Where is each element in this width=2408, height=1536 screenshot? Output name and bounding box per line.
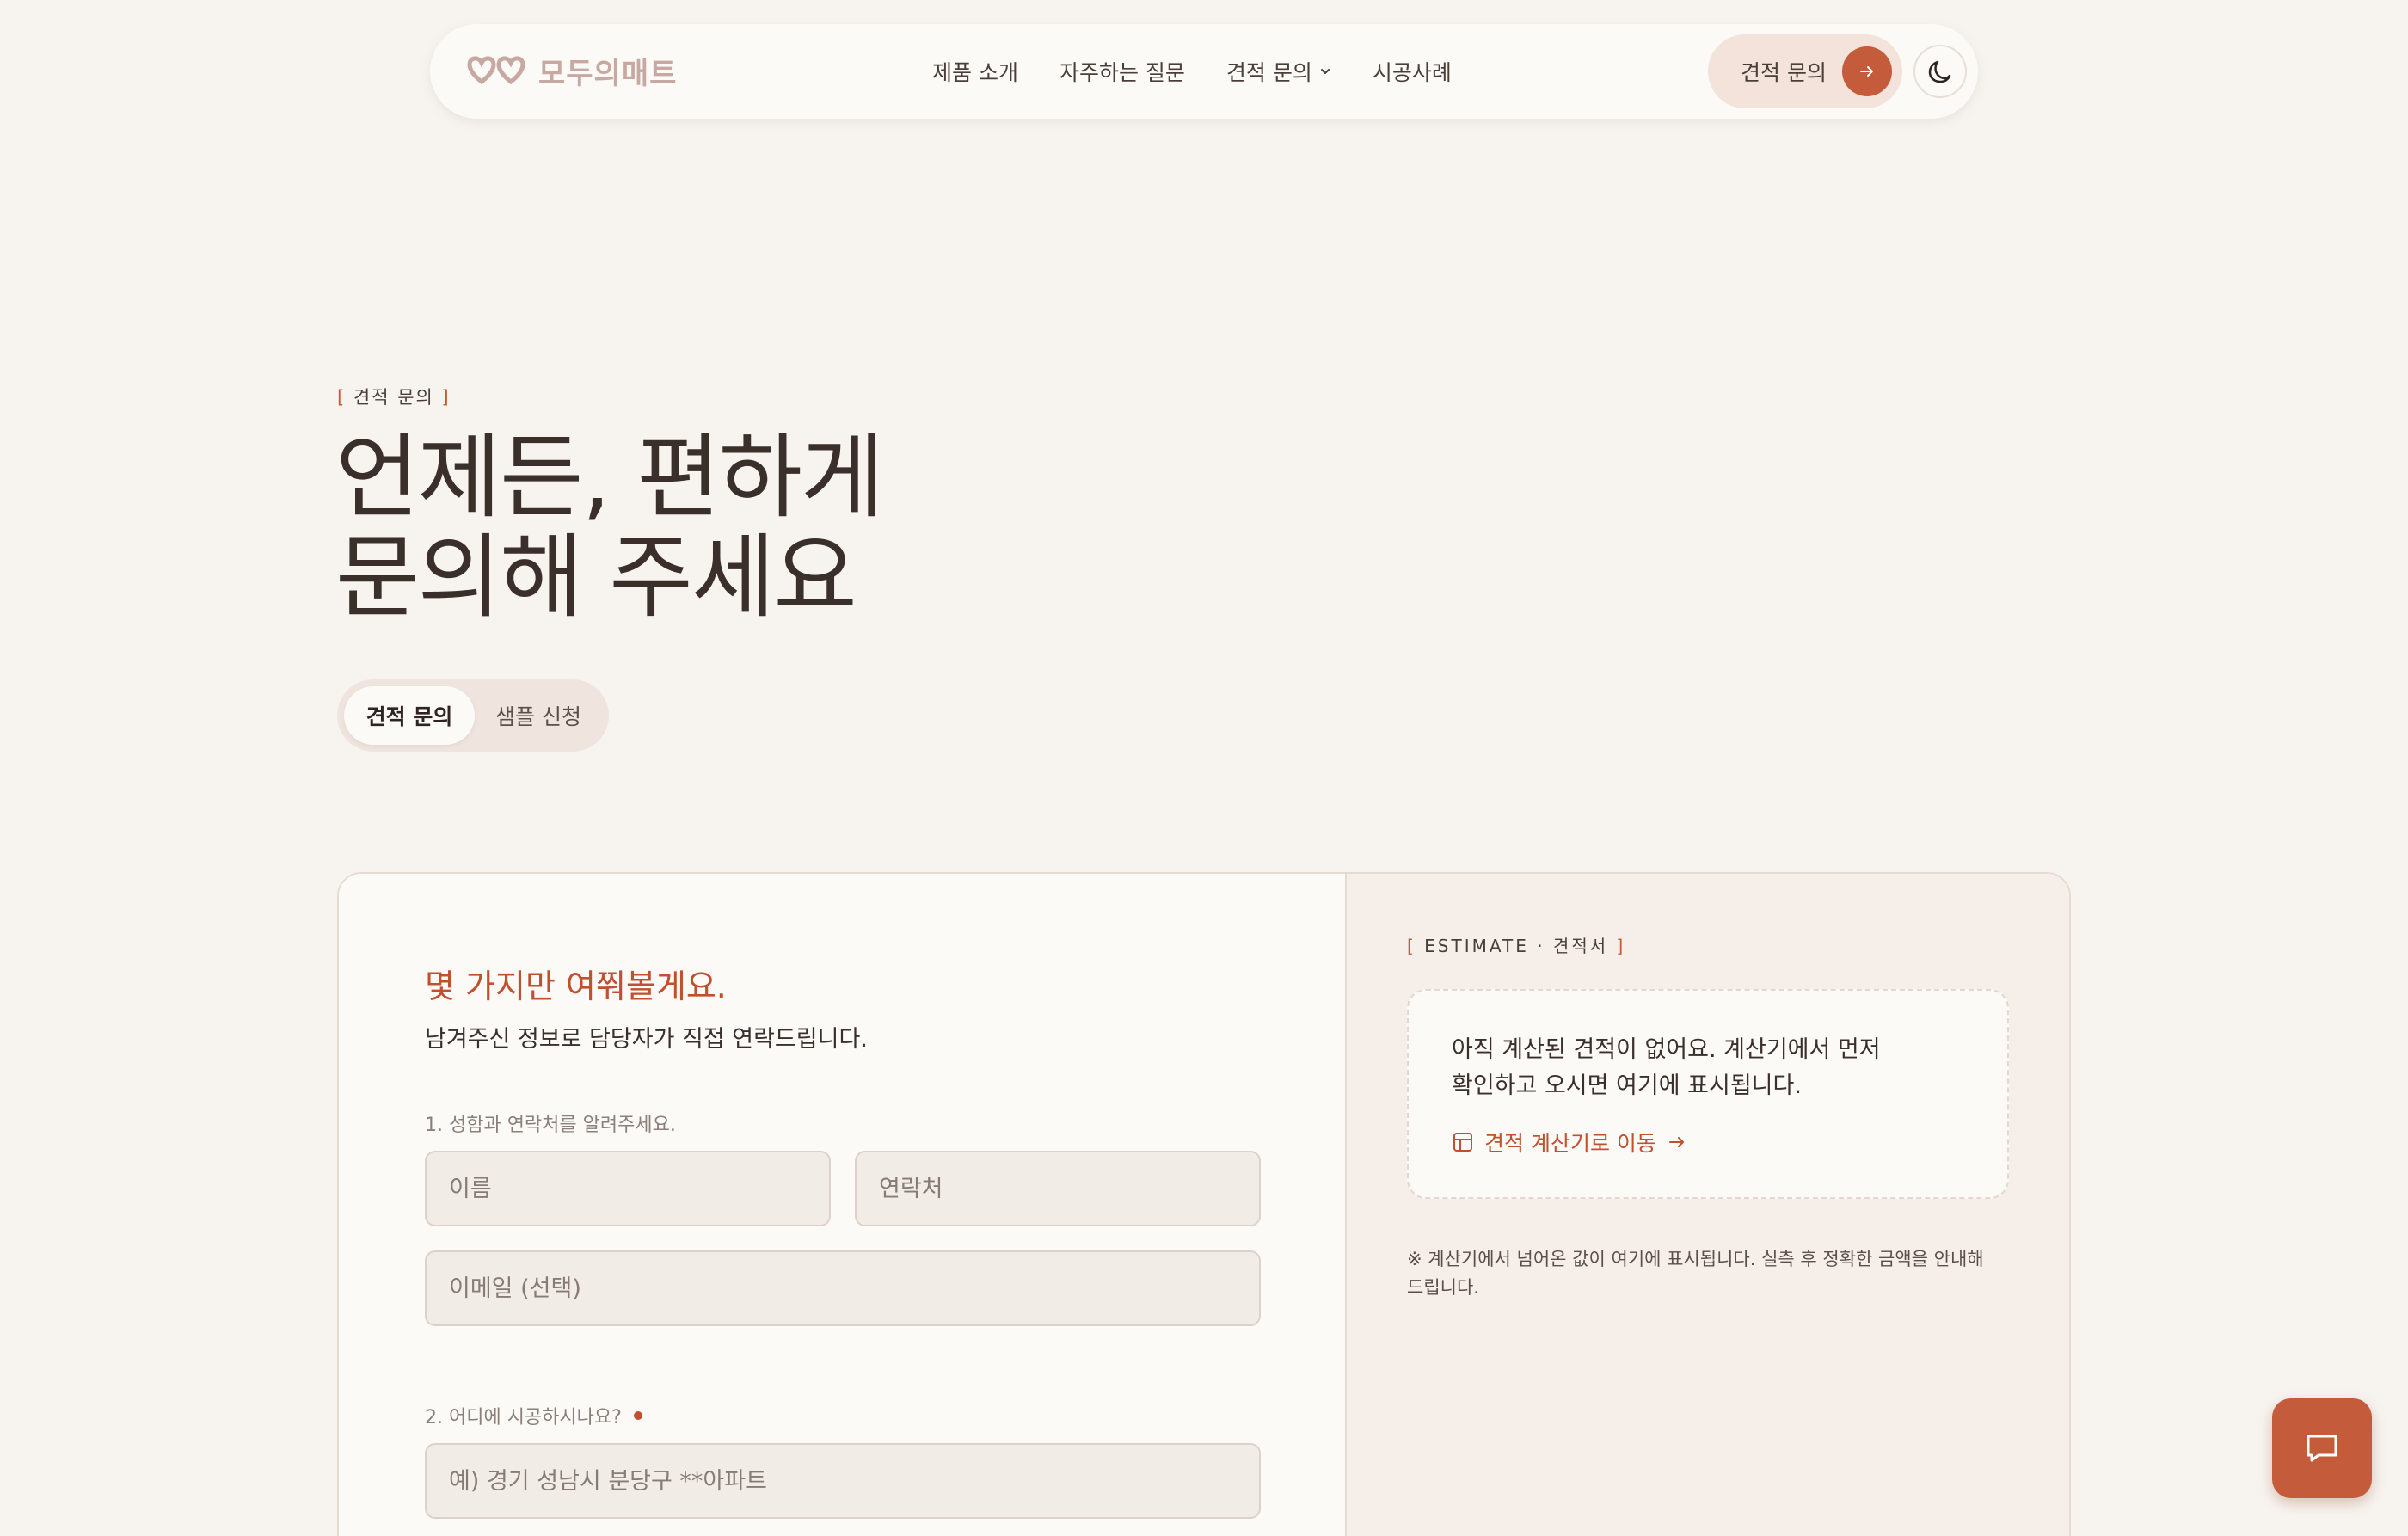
chat-button[interactable]	[2272, 1398, 2372, 1498]
phone-input[interactable]	[855, 1151, 1261, 1226]
estimate-empty-line2: 확인하고 오시면 여기에 표시됩니다.	[1452, 1072, 1802, 1099]
estimate-eyebrow-label: ESTIMATE · 견적서	[1424, 936, 1609, 956]
quote-cta-button[interactable]: 견적 문의	[1708, 34, 1902, 108]
arrow-right-icon	[1842, 46, 1892, 96]
question-contact-text: 1. 성함과 연락처를 알려주세요.	[425, 1115, 676, 1136]
email-input[interactable]	[425, 1250, 1261, 1326]
question-contact-label: 1. 성함과 연락처를 알려주세요.	[425, 1109, 676, 1137]
nav-item-products[interactable]: 제품 소개	[932, 56, 1018, 87]
inquiry-card: 몇 가지만 여쭤볼게요. 남겨주신 정보로 담당자가 직접 연락드립니다. 1.…	[337, 872, 2071, 1536]
calculator-icon	[1453, 1133, 1472, 1152]
address-input[interactable]	[425, 1443, 1261, 1519]
nav-item-quote[interactable]: 견적 문의	[1226, 56, 1331, 87]
go-to-calculator-label: 견적 계산기로 이동	[1484, 1131, 1656, 1156]
nav-item-label: 시공사례	[1372, 60, 1452, 85]
section-eyebrow-label: 견적 문의	[353, 387, 434, 408]
go-to-calculator-link[interactable]: 견적 계산기로 이동	[1452, 1127, 1964, 1158]
tab-quote[interactable]: 견적 문의	[344, 686, 475, 745]
name-input[interactable]	[425, 1151, 831, 1226]
nav-item-label: 견적 문의	[1226, 60, 1312, 85]
quote-cta-label: 견적 문의	[1741, 60, 1827, 85]
inquiry-form: 몇 가지만 여쭤볼게요. 남겨주신 정보로 담당자가 직접 연락드립니다. 1.…	[339, 874, 1347, 1536]
inquiry-type-toggle: 견적 문의 샘플 신청	[337, 679, 609, 752]
question-location-text: 2. 어디에 시공하시나요?	[425, 1407, 622, 1428]
estimate-empty-line1: 아직 계산된 견적이 없어요. 계산기에서 먼저	[1452, 1036, 1881, 1063]
estimate-note-line1: ※ 계산기에서 넘어온 값이 여기에 표시됩니다. 실측 후 정확한 금액을 안…	[1407, 1249, 1984, 1269]
estimate-panel: [ ESTIMATE · 견적서 ] 아직 계산된 견적이 없어요. 계산기에서…	[1347, 874, 2069, 1536]
estimate-eyebrow: [ ESTIMATE · 견적서 ]	[1407, 936, 1626, 956]
form-title: 몇 가지만 여쭤볼게요.	[425, 968, 727, 1005]
form-subtitle: 남겨주신 정보로 담당자가 직접 연락드립니다.	[425, 1026, 868, 1053]
estimate-empty-box: 아직 계산된 견적이 없어요. 계산기에서 먼저 확인하고 오시면 여기에 표시…	[1407, 989, 2009, 1199]
estimate-empty-message: 아직 계산된 견적이 없어요. 계산기에서 먼저 확인하고 오시면 여기에 표시…	[1452, 1032, 1964, 1104]
nav-item-cases[interactable]: 시공사례	[1373, 56, 1452, 87]
estimate-note-line2: 드립니다.	[1407, 1277, 1479, 1298]
nav-item-label: 제품 소개	[932, 60, 1018, 85]
logo-text: 모두의매트	[538, 57, 678, 91]
theme-toggle-button[interactable]	[1914, 45, 1967, 98]
page-title: 언제든, 편하게 문의해 주세요	[335, 428, 1195, 628]
chat-bubble-icon	[2307, 1435, 2337, 1462]
chevron-down-icon	[1320, 69, 1330, 74]
nav-item-faq[interactable]: 자주하는 질문	[1060, 56, 1185, 87]
section-eyebrow: [ 견적 문의 ]	[337, 387, 451, 408]
estimate-note: ※ 계산기에서 넘어온 값이 여기에 표시됩니다. 실측 후 정확한 금액을 안…	[1407, 1245, 2009, 1302]
moon-icon	[1928, 60, 1951, 83]
question-location-label: 2. 어디에 시공하시나요?	[425, 1402, 642, 1429]
page-title-line1: 언제든, 편하게	[335, 425, 885, 531]
logo[interactable]: 모두의매트	[464, 50, 677, 92]
main-nav: 제품 소개 자주하는 질문 견적 문의 시공사례	[932, 24, 1493, 119]
nav-item-label: 자주하는 질문	[1059, 60, 1185, 85]
arrow-right-icon	[1668, 1137, 1684, 1147]
required-dot-icon	[633, 1411, 642, 1420]
double-heart-logo-icon	[467, 56, 525, 84]
page-title-line2: 문의해 주세요	[335, 525, 857, 630]
tab-sample[interactable]: 샘플 신청	[475, 686, 602, 745]
site-header: 모두의매트 제품 소개 자주하는 질문 견적 문의 시공사례 견적 문의	[430, 24, 1978, 119]
